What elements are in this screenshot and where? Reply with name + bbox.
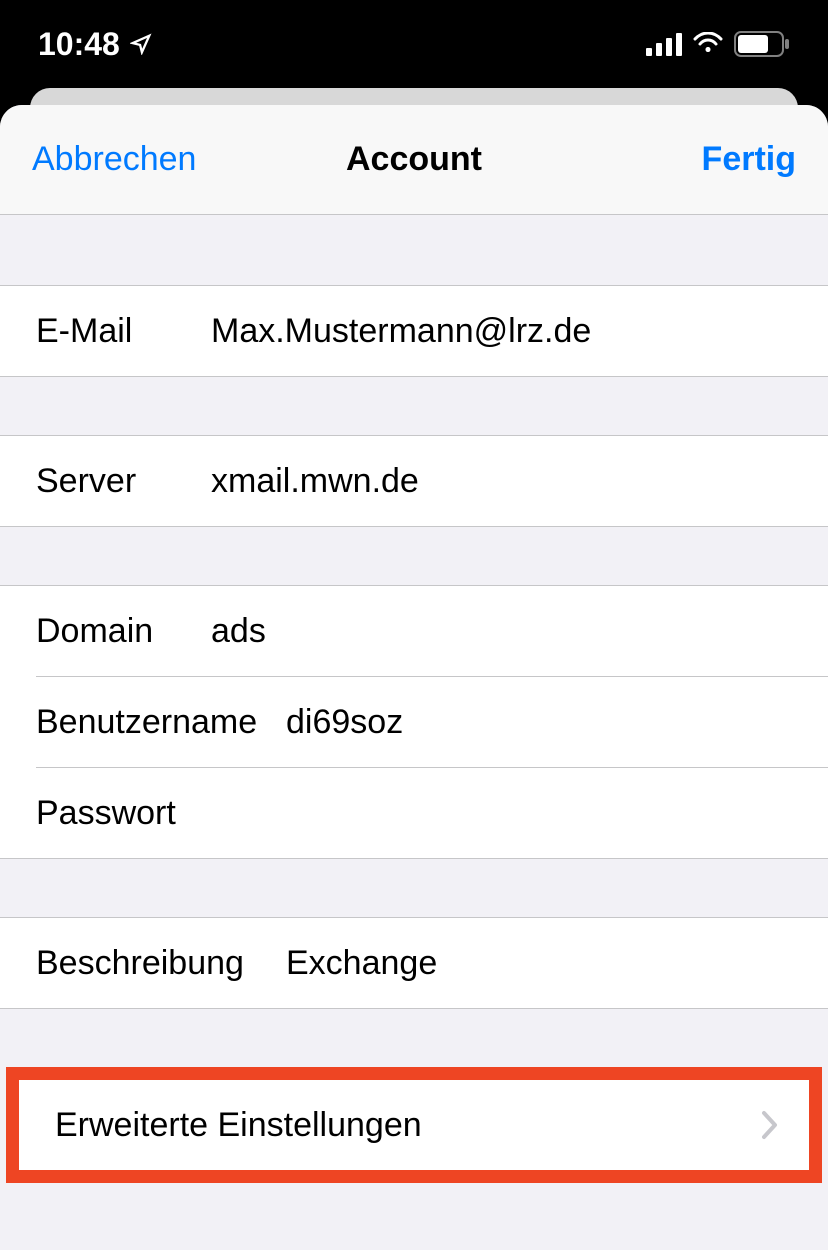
status-time: 10:48 (38, 26, 120, 63)
page-title: Account (346, 140, 482, 179)
advanced-settings-row[interactable]: Erweiterte Einstellungen (19, 1080, 809, 1170)
content-area: E-Mail Max.Mustermann@lrz.de Server xmai… (0, 215, 828, 1183)
email-row[interactable]: E-Mail Max.Mustermann@lrz.de (0, 286, 828, 376)
domain-value: ads (211, 612, 792, 651)
wifi-icon (692, 32, 724, 56)
domain-label: Domain (36, 612, 211, 651)
email-section: E-Mail Max.Mustermann@lrz.de (0, 285, 828, 377)
server-label: Server (36, 462, 211, 501)
server-section: Server xmail.mwn.de (0, 435, 828, 527)
cancel-button[interactable]: Abbrechen (32, 140, 196, 179)
status-indicators (646, 31, 790, 57)
server-value: xmail.mwn.de (211, 462, 792, 501)
status-bar: 10:48 (0, 0, 828, 88)
location-icon (130, 33, 152, 55)
highlight-annotation: Erweiterte Einstellungen (6, 1067, 822, 1183)
done-button[interactable]: Fertig (702, 140, 796, 179)
cellular-icon (646, 32, 682, 56)
email-label: E-Mail (36, 312, 211, 351)
account-modal: Abbrechen Account Fertig E-Mail Max.Must… (0, 105, 828, 1250)
navigation-bar: Abbrechen Account Fertig (0, 105, 828, 215)
domain-row[interactable]: Domain ads (0, 586, 828, 676)
description-row[interactable]: Beschreibung Exchange (0, 918, 828, 1008)
battery-icon (734, 31, 790, 57)
description-section: Beschreibung Exchange (0, 917, 828, 1009)
chevron-right-icon (761, 1110, 779, 1140)
username-label: Benutzername (36, 703, 286, 742)
description-value: Exchange (286, 944, 792, 983)
password-label: Passwort (36, 794, 211, 833)
description-label: Beschreibung (36, 944, 286, 983)
email-value: Max.Mustermann@lrz.de (211, 312, 792, 351)
username-value: di69soz (286, 703, 792, 742)
server-row[interactable]: Server xmail.mwn.de (0, 436, 828, 526)
status-time-region: 10:48 (38, 26, 152, 63)
password-row[interactable]: Passwort (0, 768, 828, 858)
username-row[interactable]: Benutzername di69soz (0, 677, 828, 767)
advanced-settings-label: Erweiterte Einstellungen (55, 1106, 422, 1145)
credentials-section: Domain ads Benutzername di69soz Passwort (0, 585, 828, 859)
